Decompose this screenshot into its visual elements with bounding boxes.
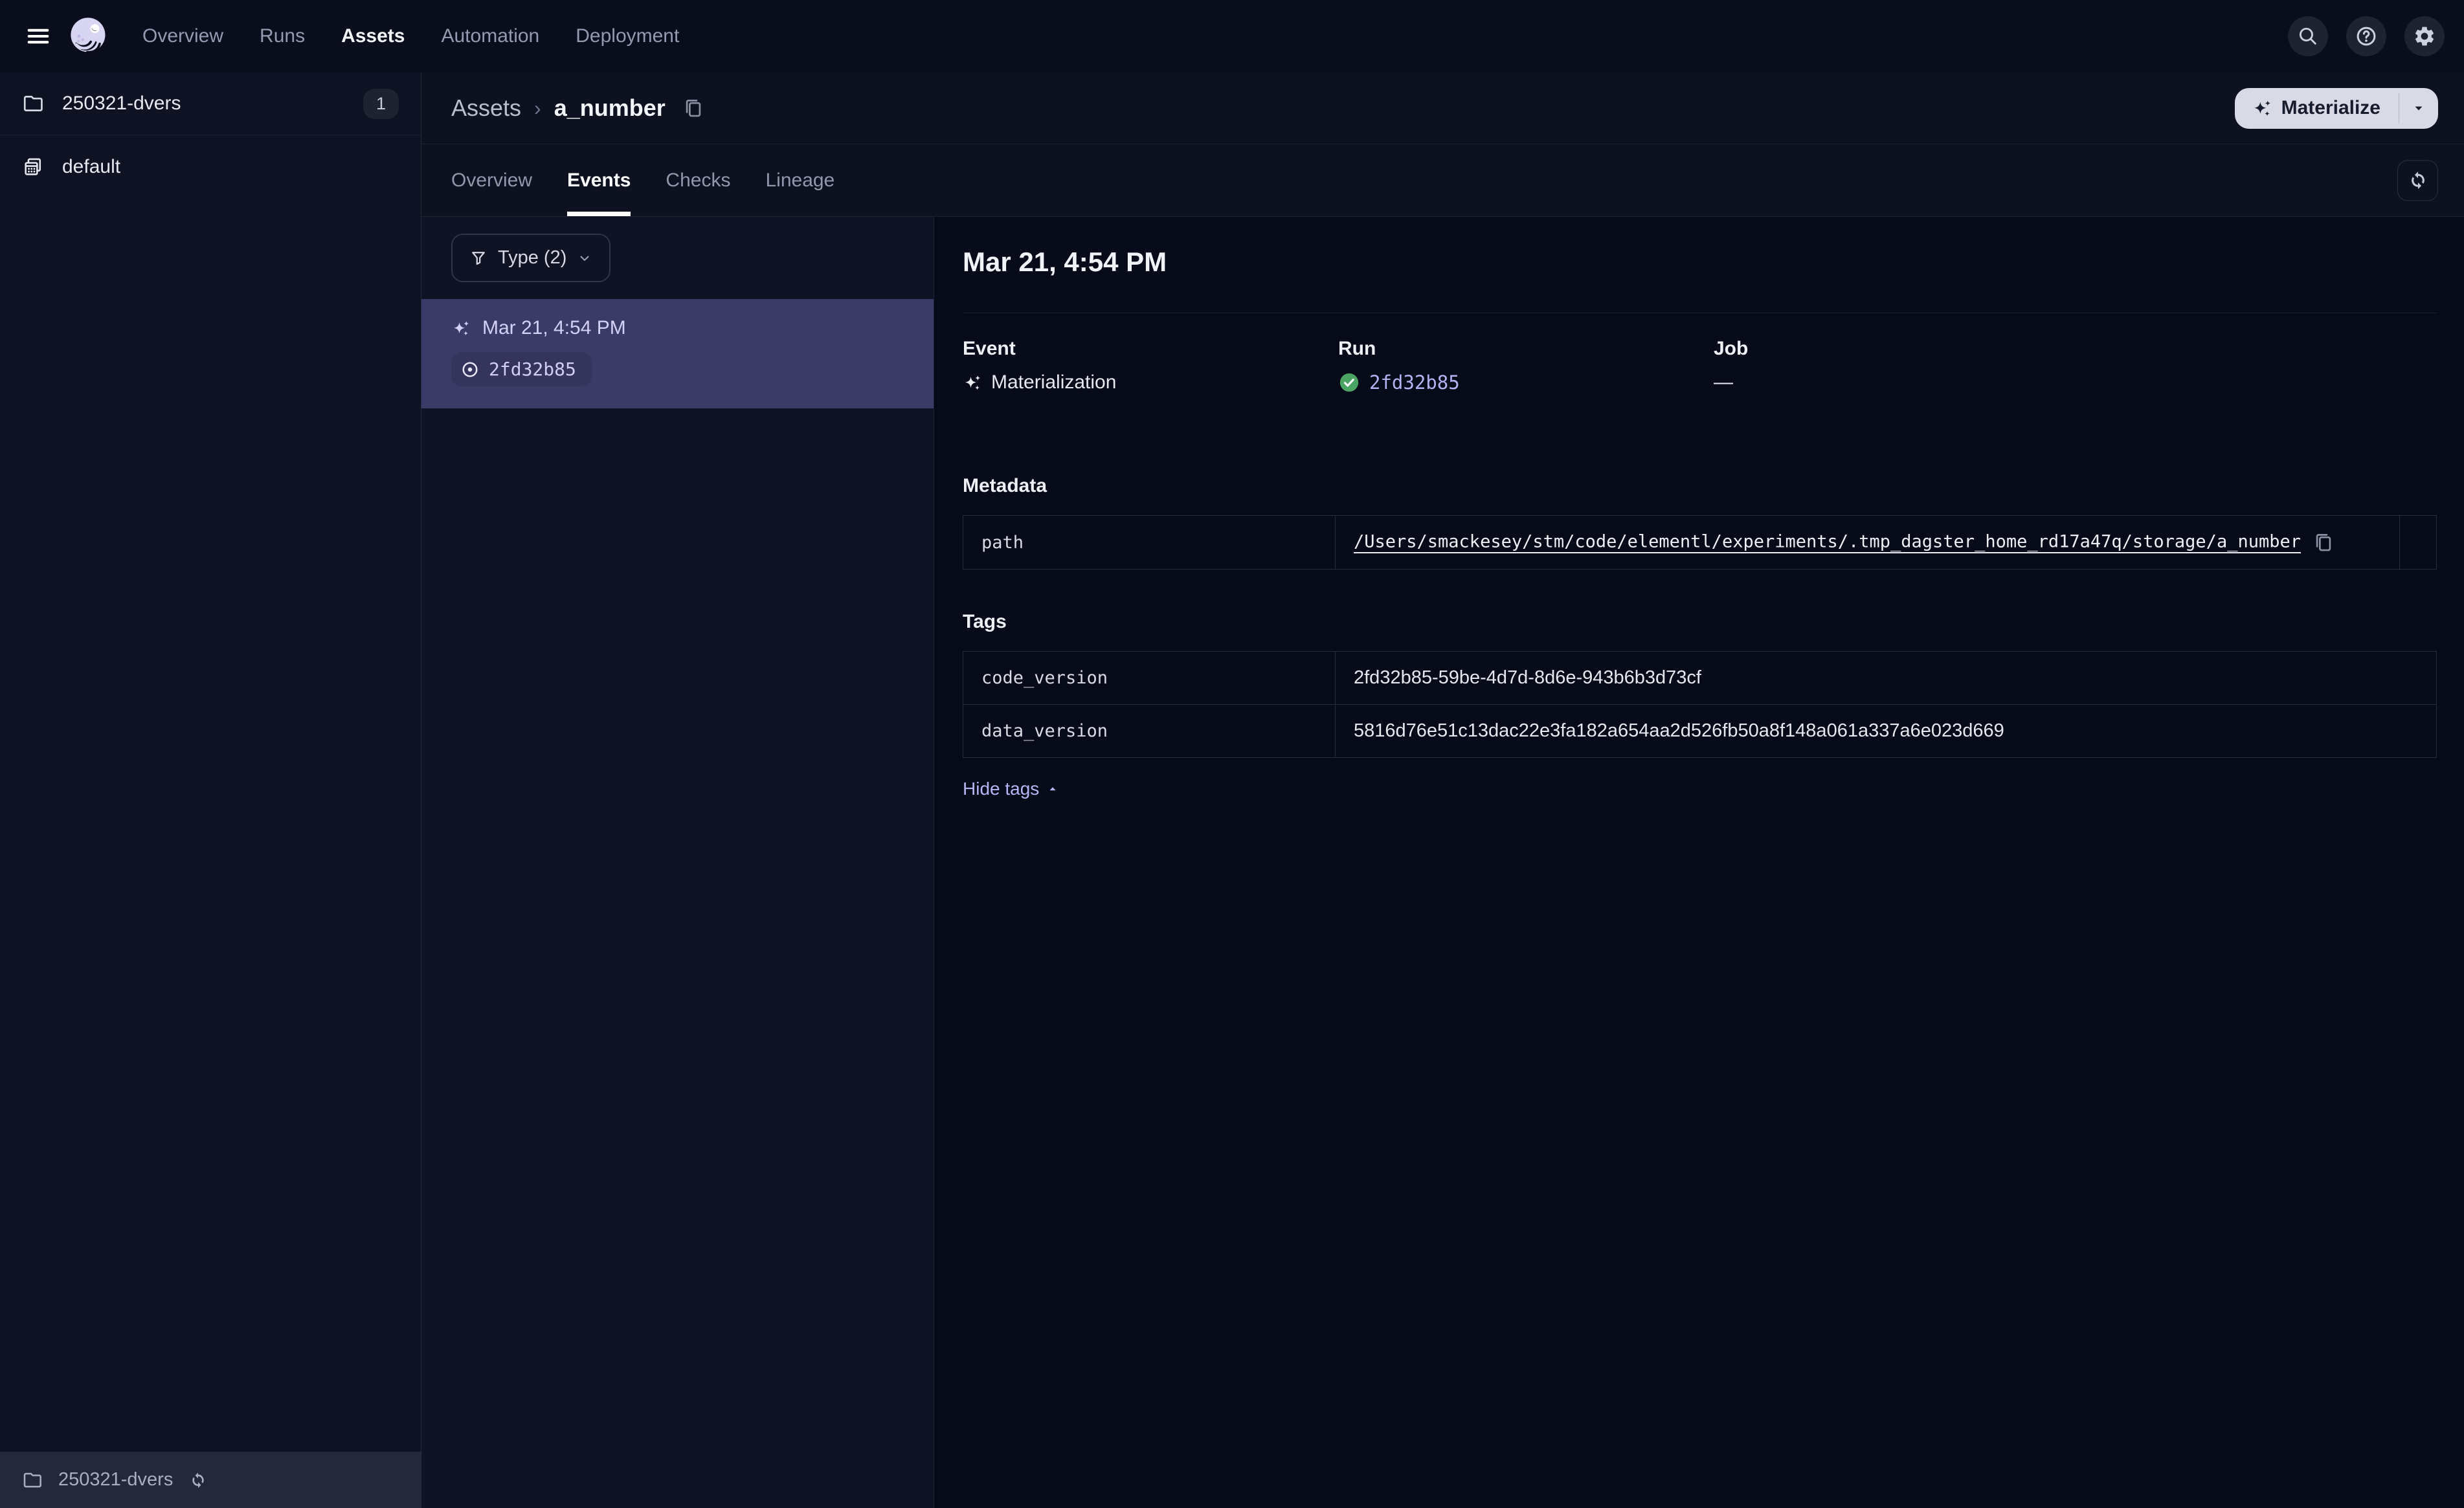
tag-key: data_version xyxy=(963,704,1336,758)
materialize-button[interactable]: Materialize xyxy=(2235,88,2399,129)
table-row: path /Users/smackesey/stm/code/elementl/… xyxy=(963,515,2437,570)
dagster-logo[interactable] xyxy=(66,14,111,59)
metadata-table: path /Users/smackesey/stm/code/elementl/… xyxy=(963,515,2437,570)
top-navigation: Overview Runs Assets Automation Deployme… xyxy=(142,25,679,47)
job-value: — xyxy=(1714,371,1733,393)
sidebar-footer-label: 250321-dvers xyxy=(58,1469,174,1490)
materialization-sparkle-icon xyxy=(963,373,982,392)
metadata-path-link[interactable]: /Users/smackesey/stm/code/elementl/exper… xyxy=(1354,532,2301,552)
hide-tags-link[interactable]: Hide tags xyxy=(963,779,1060,799)
tags-table: code_version 2fd32b85-59be-4d7d-8d6e-943… xyxy=(963,651,2437,758)
asset-catalog-sidebar: 250321-dvers 1 default 250321-dvers xyxy=(0,72,421,1508)
refresh-icon xyxy=(2407,170,2429,192)
filter-funnel-icon xyxy=(469,249,487,267)
materialize-button-label: Materialize xyxy=(2281,97,2380,118)
event-timestamp: Mar 21, 4:54 PM xyxy=(482,317,626,338)
hide-tags-label: Hide tags xyxy=(963,779,1040,799)
event-run-badge[interactable]: 2fd32b85 xyxy=(451,352,592,386)
tab-lineage[interactable]: Lineage xyxy=(765,144,834,216)
folder-icon xyxy=(22,93,44,115)
caret-down-icon xyxy=(2410,100,2427,116)
asset-group-icon xyxy=(22,156,44,178)
materialize-dropdown-button[interactable] xyxy=(2399,88,2438,129)
metadata-heading: Metadata xyxy=(963,475,1047,496)
tab-events[interactable]: Events xyxy=(567,144,631,216)
metadata-spacer-cell xyxy=(2399,515,2437,570)
metadata-value-cell: /Users/smackesey/stm/code/elementl/exper… xyxy=(1335,515,2400,570)
settings-button[interactable] xyxy=(2404,16,2445,56)
sidebar-group-count-badge: 1 xyxy=(363,88,399,119)
type-filter-label: Type (2) xyxy=(498,247,567,268)
tag-value: 2fd32b85-59be-4d7d-8d6e-943b6b3d73cf xyxy=(1335,651,2437,705)
topbar-actions xyxy=(2288,16,2445,56)
sidebar-group-label: 250321-dvers xyxy=(62,93,181,114)
event-type-value: Materialization xyxy=(991,371,1117,393)
nav-deployment[interactable]: Deployment xyxy=(576,25,679,47)
hamburger-menu-button[interactable] xyxy=(19,17,57,55)
event-list-item[interactable]: Mar 21, 4:54 PM 2fd32b85 xyxy=(421,299,934,408)
event-summary-columns: Event Materialization Run 2fd32b85 Job — xyxy=(963,338,2437,394)
tags-heading: Tags xyxy=(963,611,1007,632)
breadcrumb: Assets › a_number xyxy=(451,94,704,122)
materialization-sparkle-icon xyxy=(451,318,471,338)
chevron-down-icon xyxy=(577,250,592,266)
reload-location-icon[interactable] xyxy=(188,1470,208,1490)
nav-automation[interactable]: Automation xyxy=(441,25,539,47)
asset-header: Assets › a_number Materialize Overview E… xyxy=(421,72,2464,217)
tag-value: 5816d76e51c13dac22e3fa182a654aa2d526fb50… xyxy=(1335,704,2437,758)
run-column-label: Run xyxy=(1338,338,1376,359)
breadcrumb-assets-link[interactable]: Assets xyxy=(451,94,521,122)
copy-path-button[interactable] xyxy=(2313,531,2335,553)
sidebar-item-label: default xyxy=(62,155,121,177)
job-column-label: Job xyxy=(1714,338,1749,359)
topbar: Overview Runs Assets Automation Deployme… xyxy=(0,0,2464,72)
tab-checks[interactable]: Checks xyxy=(666,144,730,216)
tab-overview[interactable]: Overview xyxy=(451,144,532,216)
gear-icon xyxy=(2413,25,2436,48)
help-icon xyxy=(2355,25,2378,48)
metadata-key: path xyxy=(963,515,1336,570)
sidebar-group-row[interactable]: 250321-dvers 1 xyxy=(0,72,421,135)
event-detail-panel: Mar 21, 4:54 PM Event Materialization Ru… xyxy=(934,217,2464,1508)
type-filter-button[interactable]: Type (2) xyxy=(451,234,611,282)
events-list-panel: Type (2) Mar 21, 4:54 PM 2fd32b85 xyxy=(421,217,934,1508)
materialize-split-button: Materialize xyxy=(2234,87,2438,129)
copy-asset-name-button[interactable] xyxy=(682,97,704,119)
search-button[interactable] xyxy=(2288,16,2328,56)
run-id-link[interactable]: 2fd32b85 xyxy=(1369,371,1460,394)
nav-assets[interactable]: Assets xyxy=(341,25,405,47)
table-row: data_version 5816d76e51c13dac22e3fa182a6… xyxy=(963,704,2437,758)
asset-tabs: Overview Events Checks Lineage xyxy=(421,144,2464,216)
sidebar-item-default[interactable]: default xyxy=(0,135,421,198)
copy-icon xyxy=(682,97,704,119)
sidebar-footer-code-location[interactable]: 250321-dvers xyxy=(0,1452,421,1508)
run-target-icon xyxy=(460,360,480,379)
nav-runs[interactable]: Runs xyxy=(260,25,305,47)
breadcrumb-separator: › xyxy=(534,96,541,120)
folder-icon xyxy=(22,1470,43,1491)
materialize-sparkle-icon xyxy=(2252,98,2272,118)
event-column-label: Event xyxy=(963,338,1016,359)
nav-overview[interactable]: Overview xyxy=(142,25,223,47)
help-button[interactable] xyxy=(2346,16,2386,56)
caret-up-icon xyxy=(1046,782,1060,796)
event-detail-title: Mar 21, 4:54 PM xyxy=(963,247,1167,277)
run-success-check-icon xyxy=(1338,371,1360,394)
table-row: code_version 2fd32b85-59be-4d7d-8d6e-943… xyxy=(963,651,2437,705)
copy-icon xyxy=(2313,531,2335,553)
refresh-button[interactable] xyxy=(2397,160,2438,201)
event-run-id: 2fd32b85 xyxy=(489,359,576,380)
hamburger-icon xyxy=(26,24,50,49)
asset-name: a_number xyxy=(554,94,666,121)
search-icon xyxy=(2297,25,2319,47)
tag-key: code_version xyxy=(963,651,1336,705)
